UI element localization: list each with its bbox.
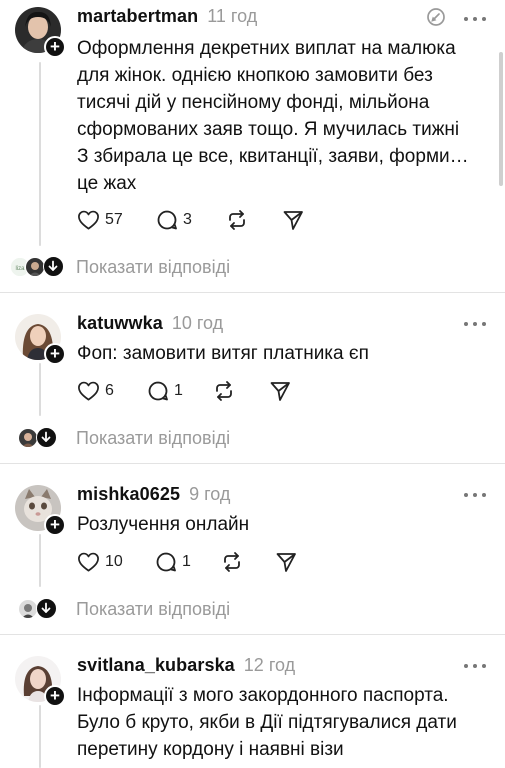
more-icon[interactable]	[464, 490, 486, 500]
comment-button[interactable]: 3	[156, 209, 226, 231]
share-button[interactable]	[282, 209, 304, 231]
like-button[interactable]: 57	[77, 209, 156, 231]
post-text: Оформлення декретних виплат на малюка дл…	[77, 35, 487, 197]
post-header: martabertman 11 год	[77, 6, 257, 30]
arrow-down-icon	[43, 256, 64, 277]
reply-avatar	[25, 257, 45, 277]
reply-avatars	[10, 426, 66, 450]
heart-icon	[78, 210, 99, 230]
comment-icon	[156, 552, 176, 572]
repost-icon	[229, 210, 245, 230]
username[interactable]: katuwwka	[77, 313, 163, 334]
post-martabertman: + martabertman 11 год Оформлення декретн…	[0, 0, 505, 292]
svg-text:liza: liza	[15, 266, 25, 272]
post-time: 10 год	[171, 313, 224, 333]
arrow-down-icon	[36, 598, 57, 619]
username[interactable]: martabertman	[77, 6, 198, 27]
comment-button[interactable]: 1	[155, 551, 221, 573]
post-text-line: перетину кордону і наявні візи	[77, 739, 344, 760]
thread-line	[39, 62, 41, 246]
scrollbar[interactable]	[499, 52, 503, 186]
post-text-line: З збирала це все, квитанції, заяви, форм…	[77, 146, 469, 167]
like-count: 6	[105, 382, 114, 399]
send-icon	[270, 382, 290, 401]
follow-plus-icon[interactable]: +	[44, 685, 66, 707]
reply-avatar	[18, 428, 38, 448]
like-count: 10	[105, 553, 123, 570]
arrow-down-icon	[36, 427, 57, 448]
post-svitlana-kubarska: + svitlana_kubarska 12 год Інформації з …	[0, 635, 505, 768]
post-text: Розлучення онлайн	[77, 511, 487, 538]
comment-button[interactable]: 1	[147, 380, 213, 402]
heart-icon	[78, 552, 99, 572]
thread-line	[39, 534, 41, 587]
comment-count: 1	[182, 553, 191, 570]
post-text-line: Інформації з мого закордонного паспорта.	[77, 685, 449, 706]
repost-button[interactable]	[221, 551, 275, 573]
thread-line	[39, 705, 41, 768]
post-header: svitlana_kubarska 12 год	[77, 655, 295, 679]
username[interactable]: svitlana_kubarska	[77, 655, 235, 676]
show-replies-row[interactable]: Показати відповіді	[10, 597, 230, 621]
repost-button[interactable]	[226, 209, 282, 231]
like-count: 57	[105, 211, 123, 228]
post-header: katuwwka 10 год	[77, 313, 223, 337]
send-icon	[283, 211, 303, 230]
comment-icon	[157, 210, 177, 230]
thread-line	[39, 363, 41, 416]
post-text: Інформації з мого закордонного паспорта.…	[77, 682, 487, 763]
username[interactable]: mishka0625	[77, 484, 180, 505]
like-button[interactable]: 10	[77, 551, 155, 573]
post-text-line: тисячі дій у пенсійному фонді, мільйона	[77, 92, 430, 113]
repost-icon	[224, 552, 240, 572]
post-time: 9 год	[189, 484, 231, 504]
post-header: mishka0625 9 год	[77, 484, 230, 508]
comment-count: 3	[183, 211, 192, 228]
show-replies-link[interactable]: Показати відповіді	[76, 599, 230, 620]
post-katuwwka: + katuwwka 10 год Фоп: замовити витяг пл…	[0, 293, 505, 463]
show-replies-row[interactable]: liza Показати відповіді	[10, 255, 230, 279]
more-icon[interactable]	[464, 661, 486, 671]
post-text-line: це жах	[77, 173, 137, 194]
post-text-line: сформованих заяв тощо. Я мучилась тижні	[77, 119, 460, 140]
reply-avatars	[10, 597, 66, 621]
post-text-line: Розлучення онлайн	[77, 514, 250, 535]
post-text-line: для жінок. однією кнопкою замовити без	[77, 65, 433, 86]
share-button[interactable]	[275, 551, 297, 573]
comment-count: 1	[174, 382, 183, 399]
reply-avatar	[18, 599, 38, 619]
post-mishka0625: + mishka0625 9 год Розлучення онлайн 10 …	[0, 464, 505, 634]
post-text-line: Фоп: замовити витяг платника єп	[77, 343, 369, 364]
post-actions: 57 3	[77, 208, 304, 232]
post-text-line: Оформлення декретних виплат на малюка	[77, 38, 456, 59]
post-text: Фоп: замовити витяг платника єп	[77, 340, 487, 367]
more-icon[interactable]	[464, 14, 486, 24]
post-time: 11 год	[207, 6, 258, 26]
repost-button[interactable]	[213, 380, 269, 402]
post-text-line: Було б круто, якби в Дії підтягувалися д…	[77, 712, 457, 733]
show-replies-link[interactable]: Показати відповіді	[76, 257, 230, 278]
show-replies-link[interactable]: Показати відповіді	[76, 428, 230, 449]
post-actions: 6 1	[77, 379, 291, 403]
post-time: 12 год	[243, 655, 296, 675]
more-icon[interactable]	[464, 319, 486, 329]
show-replies-row[interactable]: Показати відповіді	[10, 426, 230, 450]
share-button[interactable]	[269, 380, 291, 402]
edit-icon	[426, 7, 446, 27]
follow-plus-icon[interactable]: +	[44, 514, 66, 536]
like-button[interactable]: 6	[77, 380, 147, 402]
heart-icon	[78, 381, 99, 401]
reply-avatars: liza	[10, 255, 66, 279]
repost-icon	[216, 381, 232, 401]
follow-plus-icon[interactable]: +	[44, 36, 66, 58]
follow-plus-icon[interactable]: +	[44, 343, 66, 365]
comment-icon	[148, 381, 168, 401]
post-actions: 10 1	[77, 550, 297, 574]
send-icon	[276, 553, 296, 572]
